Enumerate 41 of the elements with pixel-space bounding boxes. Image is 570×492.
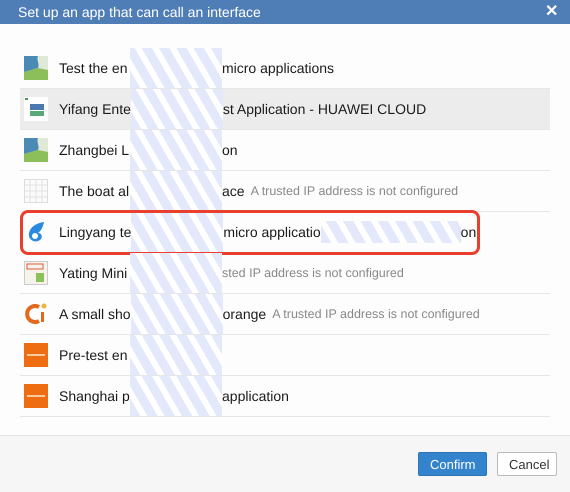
app-name: application <box>222 388 289 404</box>
screenshot-icon <box>24 97 48 121</box>
app-list-item[interactable]: Test the en micro applications <box>20 48 550 89</box>
app-name: Pre-test en <box>59 347 128 363</box>
app-name: micro applications <box>222 60 334 76</box>
app-name: Yating Mini <box>59 265 128 281</box>
app-list-item[interactable]: A small sho orange A trusted IP address is not configured <box>20 294 550 335</box>
app-list-item[interactable]: Lingyang te micro applicatio on <box>22 212 478 253</box>
app-list-item[interactable]: Pre-test en <box>20 335 550 376</box>
app-list-item[interactable]: The boat al ace A trusted IP address is not configured <box>20 171 550 212</box>
app-name: orange <box>222 306 266 322</box>
app-name: A small sho <box>59 306 131 322</box>
app-list-item[interactable]: Yifang Ente st Application - HUAWEI CLOUD <box>20 89 550 130</box>
landscape-icon <box>24 56 48 80</box>
document-icon <box>24 261 48 285</box>
app-tile-icon <box>24 384 48 408</box>
app-name: Shanghai p <box>59 388 130 404</box>
app-name: Test the en <box>59 60 128 76</box>
grid-icon <box>24 179 48 203</box>
app-name: on <box>460 224 476 240</box>
close-button[interactable]: ✕ <box>545 4 558 20</box>
app-name: on <box>222 142 238 158</box>
warning-note: sted IP address is not configured <box>222 266 404 280</box>
app-tile-icon <box>24 343 48 367</box>
app-name: Lingyang te <box>59 224 132 240</box>
app-name: The boat al <box>59 183 130 199</box>
cancel-button[interactable]: Cancel <box>497 452 557 476</box>
arc-icon <box>24 302 48 326</box>
confirm-button[interactable]: Confirm <box>418 452 487 476</box>
app-name: Yifang Ente <box>59 101 131 117</box>
landscape-icon <box>24 138 48 162</box>
app-list-item[interactable]: Zhangbei L on <box>20 130 550 171</box>
warning-note: A trusted IP address is not configured <box>250 184 458 198</box>
app-name: ace <box>222 183 245 199</box>
app-name: Zhangbei L <box>59 142 130 158</box>
warning-note: A trusted IP address is not configured <box>272 307 480 321</box>
app-name: st Application - HUAWEI CLOUD <box>222 101 426 117</box>
app-list-item[interactable]: Shanghai p application <box>20 376 550 417</box>
app-list-item[interactable]: Yating Mini sted IP address is not configured <box>20 253 550 294</box>
dialog-title: Set up an app that can call an interface <box>18 4 261 20</box>
app-name: micro applicatio <box>223 224 321 240</box>
